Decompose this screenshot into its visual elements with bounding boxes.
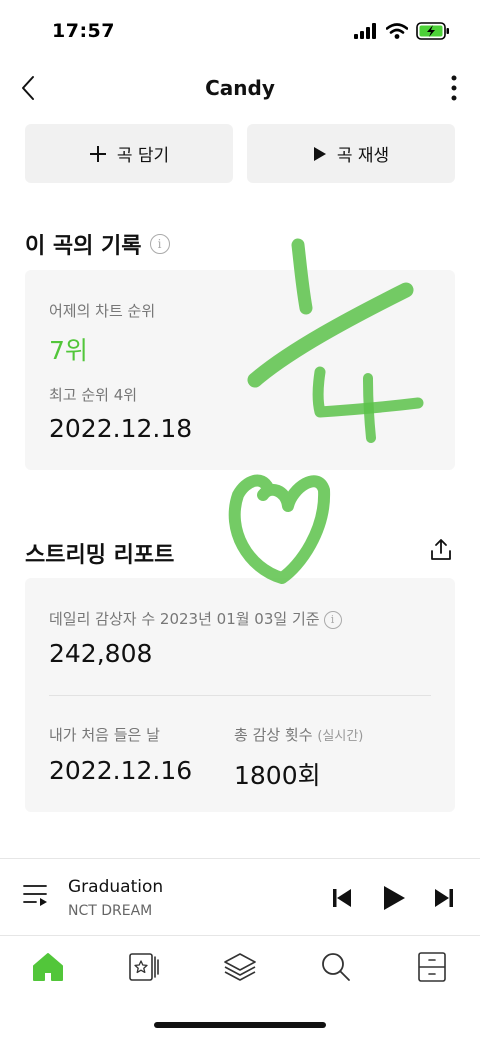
yesterday-rank-value: 7위: [49, 336, 88, 365]
star-card-icon: [129, 953, 159, 981]
track-title: Graduation: [68, 877, 164, 897]
share-icon: [431, 539, 451, 560]
page-title: Candy: [205, 76, 275, 100]
record-title-text: 이 곡의 기록: [25, 234, 142, 259]
total-plays-label-text: 총 감상 횟수: [234, 726, 313, 744]
play-icon: [384, 886, 405, 910]
status-bar: 17:57: [0, 0, 480, 62]
streaming-card: 데일리 감상자 수 2023년 01월 03일 기준 i 242,808 내가 처…: [25, 578, 455, 812]
streaming-title-text: 스트리밍 리포트: [25, 543, 175, 568]
home-indicator: [154, 1022, 326, 1028]
tab-storage[interactable]: [408, 945, 456, 989]
play-song-button[interactable]: 곡 재생: [247, 124, 455, 183]
record-section-title: 이 곡의 기록 i: [25, 228, 170, 260]
info-icon[interactable]: i: [149, 234, 170, 254]
more-vertical-icon: [451, 75, 457, 101]
playlist-button[interactable]: [22, 883, 52, 913]
first-listen-date: 2022.12.16: [49, 756, 193, 785]
battery-charging-icon: [416, 22, 449, 40]
daily-listeners-label: 데일리 감상자 수 2023년 01월 03일 기준 i: [49, 608, 342, 629]
daily-listeners-value: 242,808: [49, 639, 153, 668]
more-button[interactable]: [442, 72, 466, 104]
daily-listeners-label-text: 데일리 감상자 수 2023년 01월 03일 기준: [49, 610, 320, 628]
search-icon: [322, 953, 350, 981]
status-time: 17:57: [52, 20, 115, 42]
tab-search[interactable]: [312, 945, 360, 989]
card-divider: [49, 695, 431, 696]
first-listen-label: 내가 처음 들은 날: [49, 726, 160, 744]
play-song-label: 곡 재생: [336, 146, 390, 166]
home-icon: [33, 953, 63, 981]
status-icons: [354, 22, 450, 40]
tab-bar: [0, 937, 480, 997]
total-plays-value: 1800회: [234, 761, 321, 790]
share-button[interactable]: [426, 535, 456, 565]
drawer-icon: [418, 952, 446, 982]
best-rank-date: 2022.12.18: [49, 414, 193, 443]
mini-player[interactable]: Graduation NCT DREAM: [0, 858, 480, 936]
record-card: 어제의 차트 순위 7위 최고 순위 4위 2022.12.18: [25, 270, 455, 470]
best-rank-label: 최고 순위 4위: [49, 386, 138, 404]
play-button[interactable]: [378, 881, 410, 915]
total-plays-label: 총 감상 횟수 (실시간): [234, 724, 363, 745]
streaming-section-title: 스트리밍 리포트: [25, 537, 174, 569]
skip-previous-icon: [333, 889, 351, 907]
tab-library[interactable]: [216, 945, 264, 989]
daily-info-icon[interactable]: i: [323, 610, 342, 629]
signal-icon: [354, 23, 376, 39]
wifi-icon: [386, 23, 408, 39]
play-icon: [313, 146, 326, 161]
previous-button[interactable]: [326, 881, 358, 915]
tab-home[interactable]: [24, 945, 72, 989]
track-artist: NCT DREAM: [68, 903, 153, 919]
total-plays-sub: (실시간): [317, 729, 364, 744]
playlist-icon: [23, 885, 47, 906]
add-song-button[interactable]: 곡 담기: [25, 124, 233, 183]
skip-next-icon: [435, 889, 453, 907]
next-button[interactable]: [428, 881, 460, 915]
layers-icon: [224, 953, 256, 981]
nav-bar: Candy: [0, 62, 480, 116]
add-song-label: 곡 담기: [116, 146, 170, 166]
yesterday-rank-label: 어제의 차트 순위: [49, 302, 156, 320]
plus-icon: [89, 145, 106, 162]
tab-chart[interactable]: [120, 945, 168, 989]
